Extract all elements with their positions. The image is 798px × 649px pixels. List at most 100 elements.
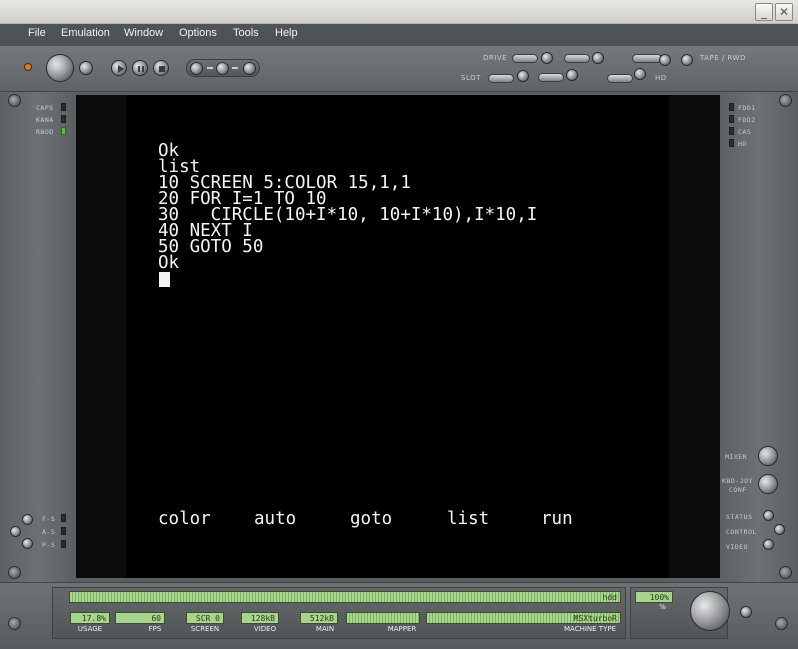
function-key-goto: goto [350, 509, 393, 529]
volume-unit-label: % [659, 603, 666, 611]
fps-label: FPS [148, 625, 162, 633]
caps-label: CAPS [36, 104, 54, 112]
kbd-conf-label: CONF [729, 486, 747, 494]
menu-options[interactable]: Options [179, 27, 217, 39]
menu-help[interactable]: Help [275, 27, 298, 39]
drive-label: DRIVE [483, 54, 508, 62]
play-button[interactable] [111, 60, 127, 76]
control-label: CONTROL [726, 528, 757, 536]
toolbar: DRIVE SLOT TAPE / RWD HD [0, 46, 798, 92]
edit-icon[interactable] [216, 62, 229, 75]
ps-label: P-S [42, 541, 56, 549]
menu-emulation[interactable]: Emulation [61, 27, 110, 39]
slot-1-button[interactable] [517, 70, 529, 82]
tape-label: TAPE / RWD [700, 54, 746, 62]
kbd-joy-knob[interactable] [758, 474, 778, 494]
tape-slider[interactable] [632, 54, 662, 63]
screen-value: SCR 0 [186, 612, 224, 624]
screw-icon [779, 94, 792, 107]
machine-type-bar: MSXturboR [426, 612, 621, 624]
cas-label: CAS [738, 128, 752, 136]
status-label: STATUS [726, 513, 753, 521]
tool-group [186, 59, 260, 77]
screw-icon [8, 94, 21, 107]
video-ram-label: VIDEO [253, 625, 277, 633]
reset-button[interactable] [79, 61, 93, 75]
main-ram-value: 512kB [300, 612, 338, 624]
screw-icon [8, 566, 21, 579]
slot-1-slider[interactable] [488, 74, 514, 83]
mapper-label: MAPPER [387, 625, 417, 633]
usage-label: USAGE [77, 625, 103, 633]
fs-label: F-S [42, 515, 56, 523]
left-panel: CAPS KANA RBOD F-S A-S P-S [0, 92, 76, 582]
mixer-knob[interactable] [758, 446, 778, 466]
hd-indicator-label: HD [738, 140, 747, 148]
main-ram-label: MAIN [315, 625, 335, 633]
function-key-list: list [447, 509, 490, 529]
mapper-value [346, 612, 420, 624]
volume-value: 100% [635, 591, 673, 603]
link-icon[interactable] [190, 62, 203, 75]
menu-file[interactable]: File [28, 27, 46, 39]
fdd1-led [729, 103, 734, 111]
drive-b-button[interactable] [592, 52, 604, 64]
fdd1-label: FDD1 [738, 104, 756, 112]
menu-tools[interactable]: Tools [233, 27, 259, 39]
as-button[interactable] [10, 526, 21, 537]
fps-value: 60 [115, 612, 165, 624]
slot-2-button[interactable] [566, 69, 578, 81]
status-bar: hdd 17.8% USAGE 60 FPS SCR 0 SCREEN 128k… [0, 582, 798, 649]
ps-led [61, 540, 66, 548]
hdd-label: hdd [602, 593, 617, 602]
hd-slider[interactable] [607, 74, 633, 83]
close-button[interactable]: ✕ [775, 3, 793, 21]
drive-a-button[interactable] [541, 52, 553, 64]
pause-icon [138, 66, 144, 72]
menu-bar: File Emulation Window Options Tools Help [0, 24, 798, 46]
drive-b-slider[interactable] [564, 54, 590, 63]
hd-led [729, 139, 734, 147]
control-button[interactable] [774, 524, 785, 535]
caps-led [61, 103, 66, 111]
kbd-joy-label: KBD-JOY [722, 477, 753, 485]
emulator-display-area [126, 95, 669, 578]
video-label: VIDEO [726, 543, 749, 551]
function-key-auto: auto [254, 509, 297, 529]
stop-icon [159, 66, 165, 72]
separator-icon [232, 67, 238, 69]
hd-label: HD [655, 74, 667, 82]
text-cursor [159, 272, 170, 287]
menu-window[interactable]: Window [124, 27, 163, 39]
as-led [61, 527, 66, 535]
drive-a-slider[interactable] [512, 54, 538, 63]
minimize-button[interactable]: _ [755, 3, 773, 21]
screw-icon [779, 566, 792, 579]
status-button[interactable] [763, 510, 774, 521]
function-key-run: run [541, 509, 573, 529]
stop-button[interactable] [153, 60, 169, 76]
video-button[interactable] [763, 539, 774, 550]
slot-2-slider[interactable] [538, 73, 564, 82]
hd-button[interactable] [634, 68, 646, 80]
hdd-activity-bar: hdd [69, 591, 621, 603]
slot-label: SLOT [461, 74, 481, 82]
kana-led [61, 115, 66, 123]
cas-led [729, 127, 734, 135]
video-value: 128kB [241, 612, 279, 624]
pause-button[interactable] [132, 60, 148, 76]
mixer-label: MIXER [725, 453, 748, 461]
screw-icon [8, 617, 21, 630]
right-panel: FDD1 FDD2 CAS HD MIXER KBD-JOY CONF STAT… [720, 92, 798, 582]
ps-button[interactable] [22, 538, 33, 549]
screw-icon [775, 617, 788, 630]
tape-button[interactable] [659, 54, 671, 66]
power-knob[interactable] [46, 54, 74, 82]
fs-led [61, 514, 66, 522]
mute-button[interactable] [740, 606, 752, 618]
volume-knob[interactable] [690, 591, 730, 631]
fs-button[interactable] [22, 514, 33, 525]
rewind-button[interactable] [681, 54, 693, 66]
help-icon[interactable] [243, 62, 256, 75]
usage-value: 17.8% [70, 612, 110, 624]
